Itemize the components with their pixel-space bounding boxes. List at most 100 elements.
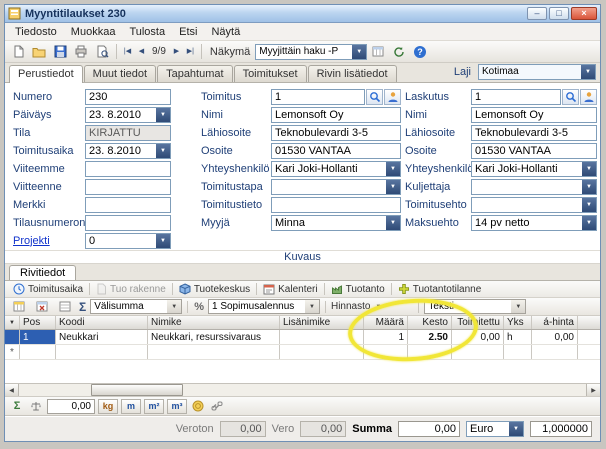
- save-button[interactable]: [50, 43, 70, 61]
- row-marker-header[interactable]: ▼: [5, 316, 20, 329]
- row-details-button[interactable]: [55, 298, 75, 316]
- cell-koodi[interactable]: Neukkari: [56, 330, 148, 344]
- merkki-field[interactable]: [85, 197, 171, 213]
- chevron-down-icon[interactable]: ▼: [373, 304, 383, 310]
- table-row[interactable]: 1 Neukkari Neukkari, resurssivaraus 1 2.…: [5, 330, 600, 345]
- chevron-down-icon[interactable]: ▼: [386, 216, 400, 230]
- toimitus-osoite-field[interactable]: 01530 VANTAA: [271, 143, 401, 159]
- link-rows-button[interactable]: [209, 399, 225, 414]
- cell-kesto[interactable]: 2.50: [408, 330, 452, 344]
- myyja-combo[interactable]: Minna▼: [271, 215, 401, 231]
- chevron-down-icon[interactable]: ▼: [167, 300, 181, 313]
- cell-lisanimike[interactable]: [280, 330, 364, 344]
- scrollbar-track[interactable]: [19, 384, 586, 396]
- menu-tulosta[interactable]: Tulosta: [122, 25, 172, 39]
- laskutus-osoite-field[interactable]: 01530 VANTAA: [471, 143, 597, 159]
- minimize-button[interactable]: –: [527, 7, 547, 20]
- teksti-combo[interactable]: Teksti ▼: [424, 299, 526, 314]
- calendar-dropdown-icon[interactable]: ▼: [156, 108, 170, 122]
- chevron-down-icon[interactable]: ▼: [352, 45, 366, 59]
- cell-pos[interactable]: [20, 345, 56, 359]
- viitteenne-field[interactable]: [85, 179, 171, 195]
- nav-next-button[interactable]: ▶: [170, 44, 183, 60]
- tab-muut-tiedot[interactable]: Muut tiedot: [84, 65, 156, 82]
- print-button[interactable]: [71, 43, 91, 61]
- unit-m-button[interactable]: m: [121, 399, 141, 414]
- cell-toimitettu[interactable]: [452, 345, 504, 359]
- sopimusalennus-combo[interactable]: 1 Sopimusalennus ▼: [208, 299, 320, 314]
- hinnasto-button[interactable]: Hinnasto: [331, 301, 370, 312]
- tuotekeskus-button[interactable]: Tuotekeskus: [175, 283, 254, 295]
- toimitus-field[interactable]: 1: [271, 89, 365, 105]
- cell-nimike[interactable]: Neukkari, resurssivaraus: [148, 330, 280, 344]
- toimitus-yhteyshenkilo-combo[interactable]: Kari Joki-Hollanti▼: [271, 161, 401, 177]
- projekti-link[interactable]: Projekti: [13, 235, 85, 247]
- column-header-pos[interactable]: Pos: [20, 316, 56, 329]
- cell-kesto[interactable]: [408, 345, 452, 359]
- viiteemme-field[interactable]: [85, 161, 171, 177]
- currency-combo[interactable]: Euro ▼: [466, 421, 524, 437]
- column-header-nimike[interactable]: Nimike: [148, 316, 280, 329]
- cell-ahinta[interactable]: [532, 345, 578, 359]
- scrollbar-thumb[interactable]: [91, 384, 183, 396]
- nav-last-button[interactable]: ▶|: [184, 44, 197, 60]
- cell-maara[interactable]: 1: [364, 330, 408, 344]
- nav-first-button[interactable]: |◀: [121, 44, 134, 60]
- toimitusehto-combo[interactable]: ▼: [471, 197, 597, 213]
- unit-m2-button[interactable]: m²: [144, 399, 164, 414]
- toimitus-search-button[interactable]: [366, 89, 383, 105]
- calendar-dropdown-icon[interactable]: ▼: [156, 144, 170, 158]
- cell-pos[interactable]: 1: [20, 330, 56, 344]
- tab-rivin-lisatiedot[interactable]: Rivin lisätiedot: [308, 65, 397, 82]
- help-button[interactable]: ?: [410, 43, 430, 61]
- toimitusaika-field[interactable]: 23. 8.2010▼: [85, 143, 171, 159]
- scroll-right-button[interactable]: ▶: [586, 384, 600, 396]
- toimitusaika-button[interactable]: Toimitusaika: [9, 283, 87, 295]
- chevron-down-icon[interactable]: ▼: [511, 300, 525, 313]
- toimitus-lahiosoite-field[interactable]: Teknobulevardi 3-5: [271, 125, 401, 141]
- maksuehto-combo[interactable]: 14 pv netto▼: [471, 215, 597, 231]
- tab-perustiedot[interactable]: Perustiedot: [9, 65, 83, 83]
- open-button[interactable]: [29, 43, 49, 61]
- toimitustapa-combo[interactable]: ▼: [271, 179, 401, 195]
- nav-prev-button[interactable]: ◀: [135, 44, 148, 60]
- column-header-koodi[interactable]: Koodi: [56, 316, 148, 329]
- delete-row-button[interactable]: [32, 298, 52, 316]
- unit-kg-button[interactable]: kg: [98, 399, 118, 414]
- chevron-down-icon[interactable]: ▼: [386, 162, 400, 176]
- menu-muokkaa[interactable]: Muokkaa: [64, 25, 123, 39]
- chevron-down-icon[interactable]: ▼: [582, 162, 596, 176]
- print-preview-button[interactable]: [92, 43, 112, 61]
- column-header-toimitettu[interactable]: Toimitettu: [452, 316, 504, 329]
- cell-yks[interactable]: h: [504, 330, 532, 344]
- column-header-ahinta[interactable]: á-hinta: [532, 316, 578, 329]
- laskutus-nimi-field[interactable]: Lemonsoft Oy: [471, 107, 597, 123]
- tab-tapahtumat[interactable]: Tapahtumat: [157, 65, 232, 82]
- numero-field[interactable]: 230: [85, 89, 171, 105]
- tab-rivitiedot[interactable]: Rivitiedot: [9, 265, 76, 280]
- column-header-maara[interactable]: Määrä: [364, 316, 408, 329]
- grid-settings-button[interactable]: [368, 43, 388, 61]
- kuljettaja-combo[interactable]: ▼: [471, 179, 597, 195]
- refresh-button[interactable]: [389, 43, 409, 61]
- chevron-down-icon[interactable]: ▼: [582, 180, 596, 194]
- cell-lisanimike[interactable]: [280, 345, 364, 359]
- laji-combo[interactable]: Kotimaa ▼: [478, 64, 596, 80]
- new-document-button[interactable]: [8, 43, 28, 61]
- cell-nimike[interactable]: [148, 345, 280, 359]
- cell-maara[interactable]: [364, 345, 408, 359]
- paivays-field[interactable]: 23. 8.2010▼: [85, 107, 171, 123]
- cell-yks[interactable]: [504, 345, 532, 359]
- menu-tiedosto[interactable]: Tiedosto: [8, 25, 64, 39]
- toimitus-nimi-field[interactable]: Lemonsoft Oy: [271, 107, 401, 123]
- laskutus-yhteyshenkilo-combo[interactable]: Kari Joki-Hollanti▼: [471, 161, 597, 177]
- insert-row-button[interactable]: [9, 298, 29, 316]
- toimitustieto-field[interactable]: [271, 197, 401, 213]
- unit-m3-button[interactable]: m³: [167, 399, 187, 414]
- chevron-down-icon[interactable]: ▼: [581, 65, 595, 79]
- chevron-down-icon[interactable]: ▼: [582, 198, 596, 212]
- sum-button[interactable]: Σ: [9, 399, 25, 414]
- tab-toimitukset[interactable]: Toimitukset: [234, 65, 307, 82]
- menu-nayta[interactable]: Näytä: [204, 25, 247, 39]
- laskutus-field[interactable]: 1: [471, 89, 561, 105]
